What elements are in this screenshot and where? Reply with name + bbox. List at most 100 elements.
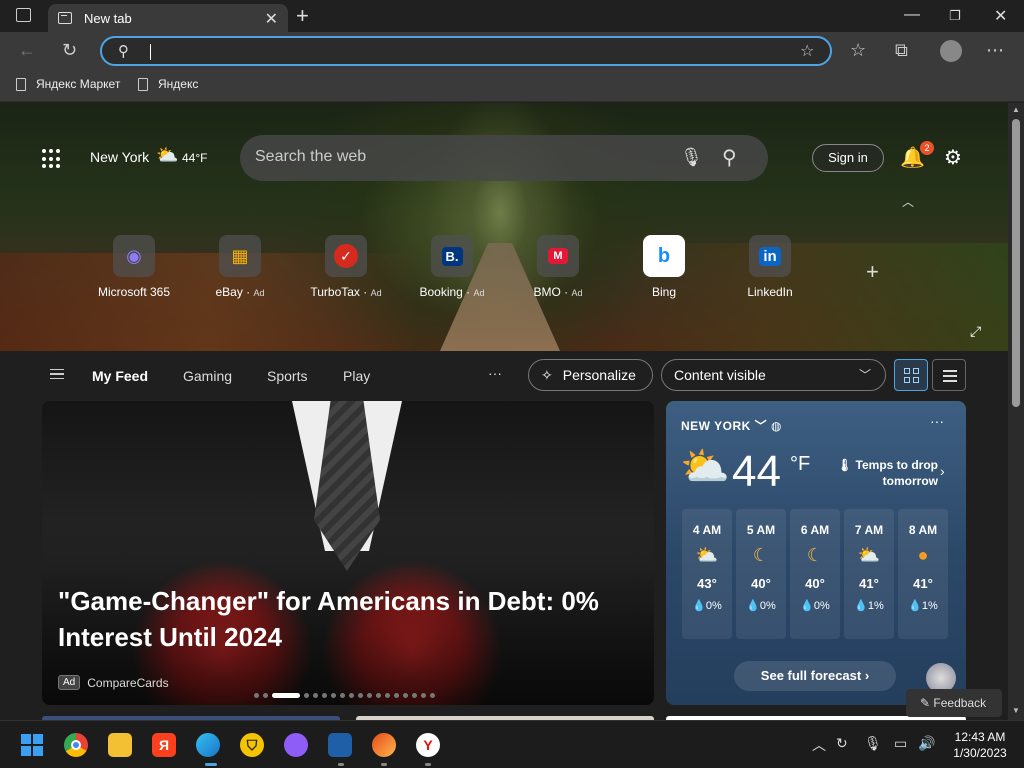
microphone-icon[interactable]: 🎙 — [680, 147, 703, 168]
article-headline[interactable]: "Game-Changer" for Americans in Debt: 0%… — [58, 583, 638, 655]
address-bar[interactable]: ⚲ ☆ — [100, 36, 832, 66]
back-icon[interactable]: ← — [18, 40, 36, 61]
bookmark-label: Яндекс Маркет — [36, 77, 121, 91]
app-icon[interactable] — [328, 733, 352, 757]
grid-view-button[interactable] — [894, 359, 928, 391]
see-full-forecast-button[interactable]: See full forecast › — [734, 661, 896, 691]
hour-temp: 41° — [913, 576, 933, 591]
scrollbar-thumb[interactable] — [1012, 119, 1020, 407]
bookmark-yandex-market[interactable]: Яндекс Маркет — [16, 77, 120, 91]
globe-icon: ◍ — [771, 419, 782, 433]
collections-icon[interactable]: ⧉ — [895, 40, 908, 61]
expand-background-icon[interactable]: ⤢ — [970, 323, 981, 340]
bookmark-yandex[interactable]: Яндекс — [138, 77, 198, 91]
scroll-down-icon[interactable]: ▼ — [1012, 706, 1020, 715]
ad-label: Ad — [253, 288, 265, 298]
quick-link-bing[interactable]: b Bing — [622, 235, 706, 299]
quick-link-linkedin[interactable]: in LinkedIn — [728, 235, 812, 299]
refresh-icon[interactable]: ↻ — [62, 40, 77, 61]
settings-more-icon[interactable]: ⋯ — [986, 40, 1004, 61]
content-visibility-dropdown[interactable]: Content visible ﹀ — [661, 359, 886, 391]
minimize-icon[interactable]: — — [904, 6, 920, 24]
forecast-hour[interactable]: 6 AM ☾ 40° 💧0% — [790, 509, 840, 639]
weather-location[interactable]: New York — [90, 149, 149, 165]
page-scrollbar[interactable]: ▲ ▼ — [1008, 103, 1024, 720]
app-launcher-icon[interactable] — [42, 149, 62, 169]
sign-in-button[interactable]: Sign in — [812, 144, 884, 172]
shield-vpn-icon[interactable]: ⛉ — [240, 733, 264, 757]
chevron-up-icon[interactable]: ︿ — [902, 193, 914, 210]
raindrop-icon: 💧 — [746, 600, 760, 612]
volume-icon[interactable]: 🔊 — [918, 735, 935, 752]
tab-new-tab[interactable]: New tab ✕ — [48, 4, 288, 32]
ccleaner-icon[interactable] — [372, 733, 396, 757]
forecast-hour[interactable]: 4 AM ⛅ 43° 💧0% — [682, 509, 732, 639]
forecast-hour[interactable]: 8 AM ● 41° 💧1% — [898, 509, 948, 639]
microphone-icon[interactable]: 🎙 — [864, 735, 882, 752]
forecast-hour[interactable]: 7 AM ⛅ 41° 💧1% — [844, 509, 894, 639]
favorites-icon[interactable]: ☆ — [850, 40, 866, 61]
weather-note[interactable]: 🌡 Temps to drop tomorrow — [832, 457, 938, 489]
edge-icon[interactable] — [196, 733, 220, 757]
profile-avatar[interactable] — [940, 40, 962, 62]
more-options-icon[interactable]: ··· — [930, 413, 944, 429]
close-tab-icon[interactable]: ✕ — [265, 9, 278, 29]
gear-icon[interactable]: ⚙ — [944, 145, 962, 170]
new-tab-button[interactable]: + — [296, 3, 309, 29]
chevron-down-icon: ﹀ — [858, 368, 871, 382]
chevron-down-icon: ﹀ — [754, 419, 768, 433]
web-search-box[interactable]: 🎙 ⚲ — [240, 135, 768, 181]
yandex-icon[interactable]: Y — [416, 733, 440, 757]
chevron-up-icon[interactable]: ︿ — [812, 735, 826, 755]
system-clock[interactable]: 12:43 AM 1/30/2023 — [950, 729, 1010, 761]
yandex-browser-icon[interactable]: Я — [152, 733, 176, 757]
web-search-input[interactable] — [255, 148, 655, 166]
quick-link-bmo[interactable]: M BMO · Ad — [516, 235, 600, 299]
tab-my-feed[interactable]: My Feed — [92, 368, 148, 384]
scroll-up-icon[interactable]: ▲ — [1012, 105, 1020, 114]
address-input[interactable] — [146, 42, 786, 62]
tab-sports[interactable]: Sports — [267, 368, 307, 384]
microsoft-365-icon: ◉ — [126, 245, 142, 266]
network-icon[interactable]: ▭ — [894, 735, 907, 752]
personalize-button[interactable]: ✧ Personalize — [528, 359, 653, 391]
feed-navigation: My Feed Gaming Sports Play ··· ✧ Persona… — [0, 351, 1008, 401]
forecast-hour[interactable]: 5 AM ☾ 40° 💧0% — [736, 509, 786, 639]
quick-link-microsoft-365[interactable]: ◉ Microsoft 365 — [92, 235, 176, 299]
hour-temp: 43° — [697, 576, 717, 591]
quick-link-label: Microsoft 365 — [97, 285, 171, 299]
hour-time: 5 AM — [746, 523, 776, 537]
search-icon[interactable]: ⚲ — [722, 145, 737, 170]
chrome-icon[interactable] — [64, 733, 88, 757]
tab-play[interactable]: Play — [343, 368, 370, 384]
new-tab-page: New York ⛅ 44°F 🎙 ⚲ Sign in 🔔 2 ⚙ ︿ ◉ Mi… — [0, 103, 1008, 720]
add-favorite-icon[interactable]: ☆ — [800, 41, 814, 61]
file-explorer-icon[interactable] — [108, 733, 132, 757]
bmo-icon: M — [548, 248, 568, 264]
weather-city[interactable]: NEW YORK ﹀ ◍ — [681, 417, 782, 434]
tab-gaming[interactable]: Gaming — [183, 368, 232, 384]
hero-article-card[interactable]: "Game-Changer" for Americans in Debt: 0%… — [42, 401, 654, 705]
tab-actions-icon[interactable] — [16, 8, 31, 22]
list-view-button[interactable] — [932, 359, 966, 391]
personalize-label: Personalize — [562, 367, 636, 383]
header-temperature[interactable]: 44°F — [182, 151, 207, 165]
restore-icon[interactable]: ❐ — [949, 8, 961, 24]
carousel-indicators[interactable] — [254, 693, 435, 698]
close-window-icon[interactable]: ✕ — [994, 6, 1007, 26]
quick-link-booking[interactable]: B. Booking · Ad — [410, 235, 494, 299]
weather-card[interactable]: NEW YORK ﹀ ◍ ··· ⛅ 44 °F 🌡 Temps to drop… — [666, 401, 966, 705]
quick-link-ebay[interactable]: ▦ eBay · Ad — [198, 235, 282, 299]
chevron-right-icon[interactable]: › — [940, 463, 945, 479]
hourly-forecast: 4 AM ⛅ 43° 💧0% 5 AM ☾ 40° 💧0% 6 AM ☾ 40°… — [682, 509, 948, 639]
menu-icon[interactable] — [50, 369, 64, 379]
windows-start-icon[interactable] — [20, 733, 44, 757]
add-shortcut-button[interactable]: + — [866, 259, 879, 285]
more-tabs-button[interactable]: ··· — [488, 365, 502, 381]
alice-icon[interactable] — [284, 733, 308, 757]
ad-badge: Ad — [58, 675, 81, 690]
feedback-button[interactable]: ✎ Feedback — [906, 689, 1002, 717]
title-bar: New tab ✕ + — ❐ ✕ — [0, 0, 1024, 32]
quick-link-turbotax[interactable]: ✓ TurboTax · Ad — [304, 235, 388, 299]
sync-icon[interactable]: ↻ — [836, 735, 848, 752]
